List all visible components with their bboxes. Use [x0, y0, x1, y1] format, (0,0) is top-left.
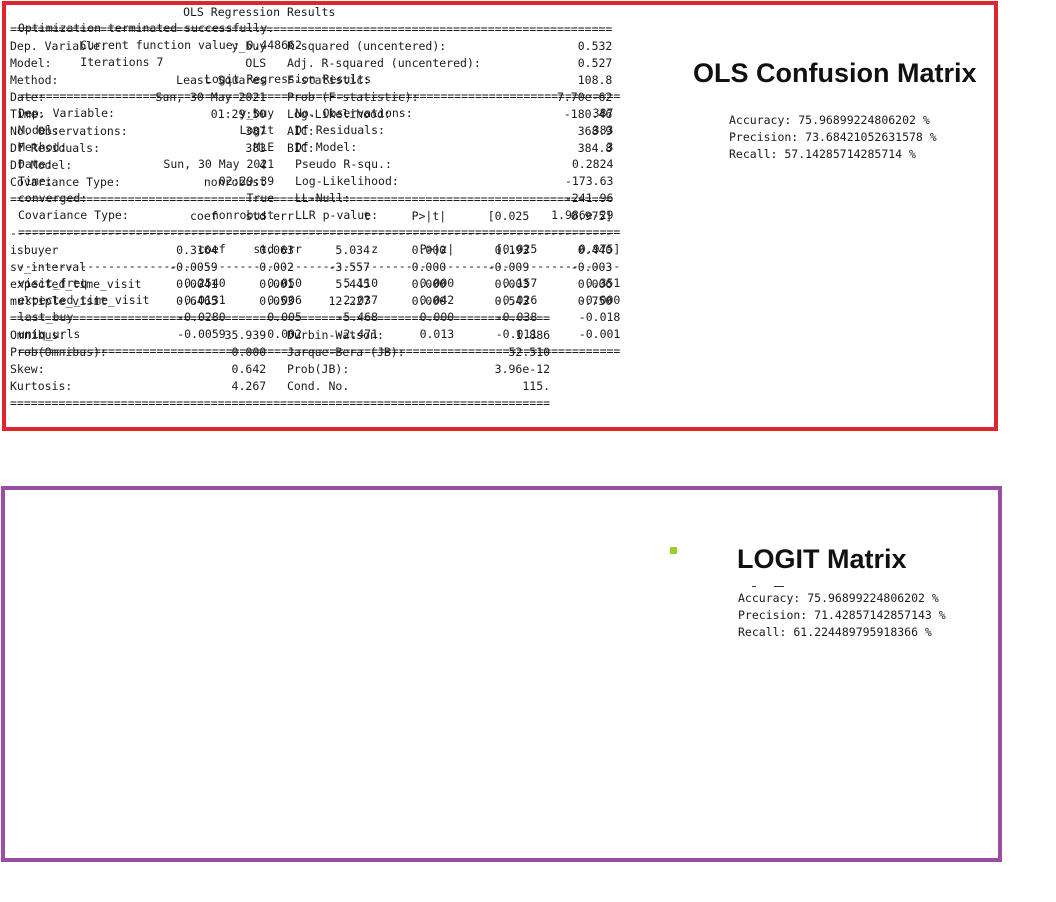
- dash-mark: [774, 586, 784, 587]
- logit-regression-summary: Optimization terminated successfully. Cu…: [18, 21, 621, 358]
- logit-metrics: Accuracy: 75.96899224806202 % Precision:…: [738, 591, 946, 639]
- ols-metrics: Accuracy: 75.96899224806202 % Precision:…: [729, 113, 937, 161]
- green-marker: [670, 547, 677, 554]
- dash-marks: [752, 586, 792, 588]
- dash-mark: [752, 586, 756, 587]
- logit-panel: [1, 486, 1002, 862]
- logit-matrix-title: LOGIT Matrix: [737, 544, 907, 574]
- ols-matrix-title: OLS Confusion Matrix: [693, 58, 977, 88]
